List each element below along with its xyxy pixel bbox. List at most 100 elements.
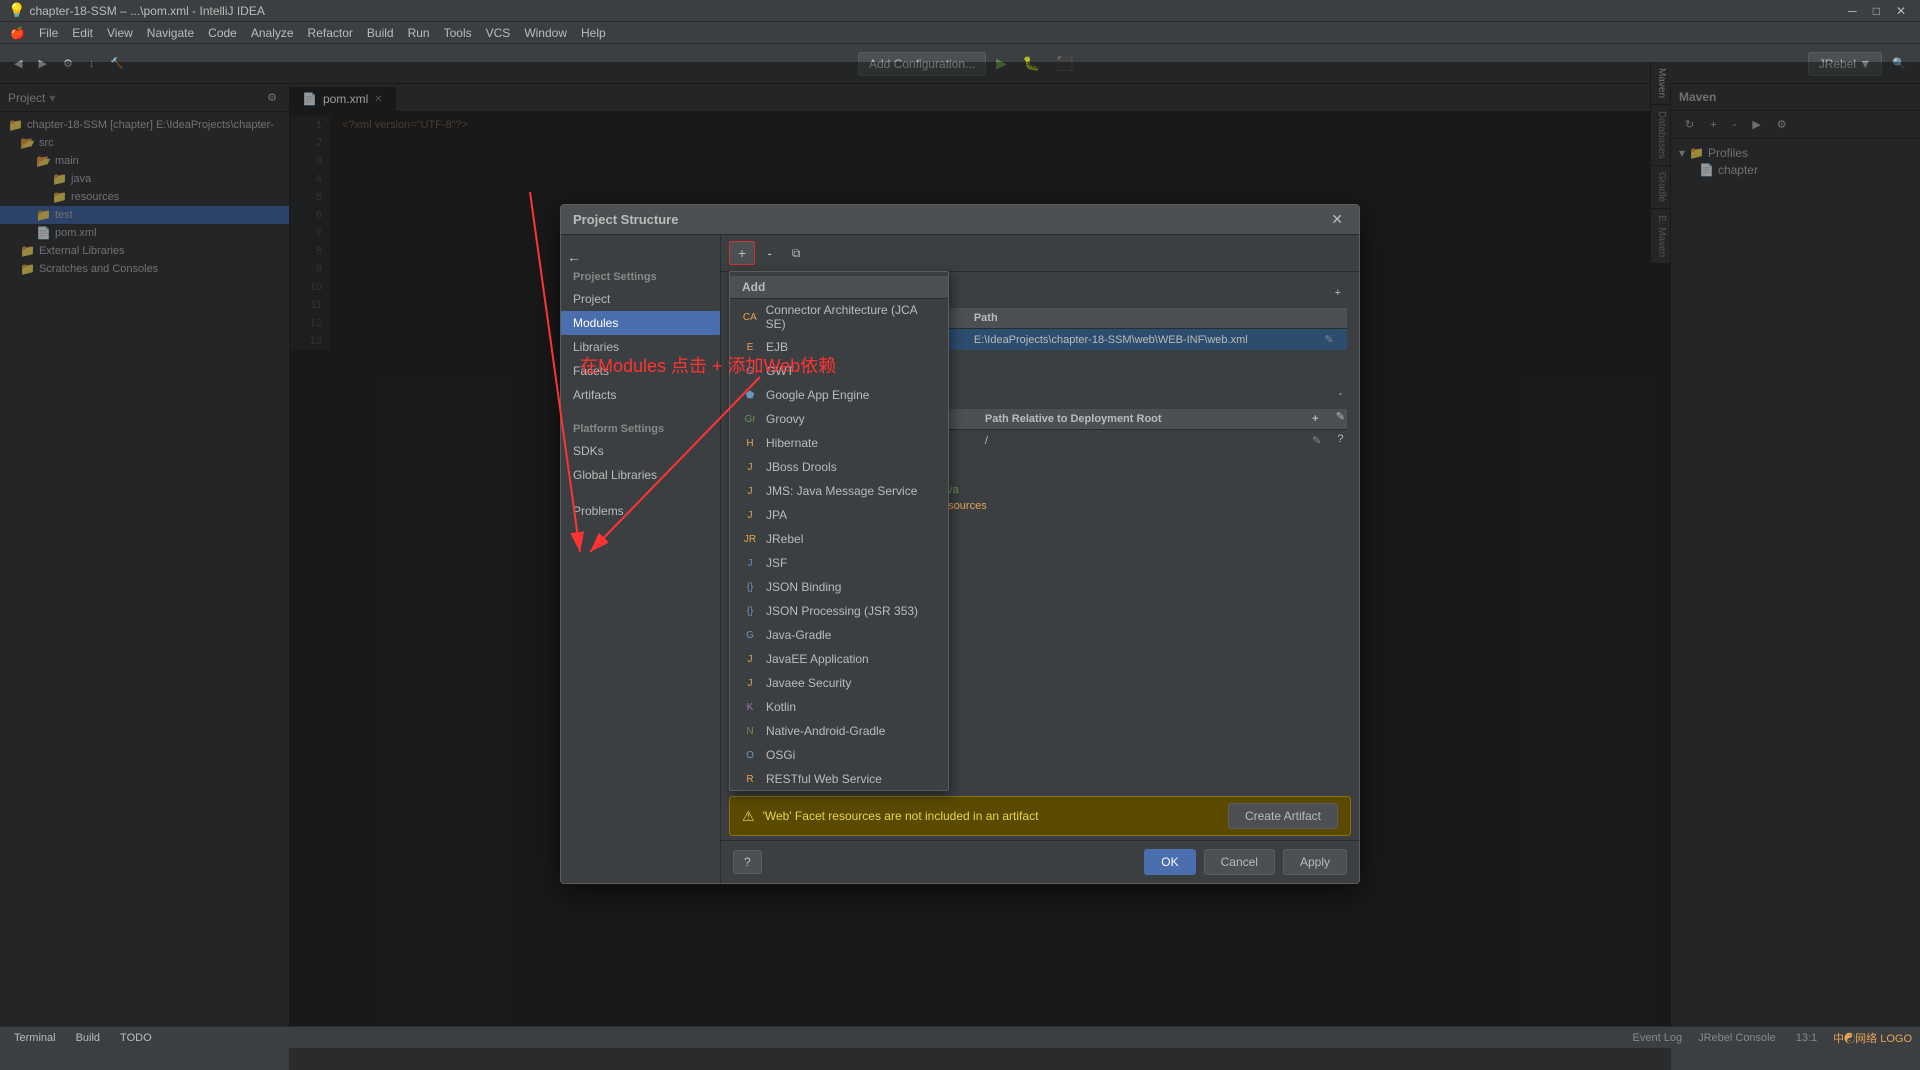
menu-window[interactable]: Window bbox=[518, 24, 573, 42]
menu-navigate[interactable]: Navigate bbox=[141, 24, 200, 42]
javaee-security-icon: J bbox=[742, 675, 758, 691]
event-log-label: Event Log bbox=[1633, 1032, 1683, 1044]
hibernate-icon: H bbox=[742, 435, 758, 451]
dropdown-item-groovy[interactable]: Gr Groovy bbox=[730, 407, 948, 431]
dialog-apply-btn[interactable]: Apply bbox=[1283, 849, 1347, 875]
terminal-btn[interactable]: Terminal bbox=[8, 1029, 62, 1047]
json-binding-icon: {} bbox=[742, 579, 758, 595]
menu-apple[interactable]: 🍎 bbox=[4, 24, 31, 42]
dialog-left-nav: ← Project Settings Project Modules Libra… bbox=[561, 235, 721, 883]
dropdown-item-json-binding[interactable]: {} JSON Binding bbox=[730, 575, 948, 599]
menu-bar: 🍎 File Edit View Navigate Code Analyze R… bbox=[0, 22, 1920, 44]
content-edit-btn[interactable]: ✎ bbox=[1330, 407, 1351, 426]
dialog-close-btn[interactable]: ✕ bbox=[1327, 211, 1347, 228]
dialog-toolbar: + - ⧉ Add CA Connector Architecture (JCA… bbox=[721, 235, 1359, 272]
menu-tools[interactable]: Tools bbox=[438, 24, 478, 42]
maximize-btn[interactable]: □ bbox=[1867, 4, 1886, 18]
osgi-icon: O bbox=[742, 747, 758, 763]
jms-icon: J bbox=[742, 483, 758, 499]
add-facet-btn[interactable]: + bbox=[729, 241, 755, 265]
jrebel-console-label: JRebel Console bbox=[1698, 1032, 1776, 1044]
platform-settings-label: Platform Settings bbox=[561, 419, 720, 439]
dropdown-item-jms[interactable]: J JMS: Java Message Service bbox=[730, 479, 948, 503]
dropdown-item-jsf[interactable]: J JSF bbox=[730, 551, 948, 575]
dialog-help-btn[interactable]: ? bbox=[733, 850, 762, 874]
nav-sdks[interactable]: SDKs bbox=[561, 439, 720, 463]
watermark: 中☯网络 LOGO bbox=[1833, 1030, 1912, 1046]
dropdown-item-jrebel[interactable]: JR JRebel bbox=[730, 527, 948, 551]
native-android-icon: N bbox=[742, 723, 758, 739]
kotlin-icon: K bbox=[742, 699, 758, 715]
path-col-header: Path bbox=[966, 308, 1317, 329]
todo-btn[interactable]: TODO bbox=[114, 1029, 158, 1047]
nav-modules[interactable]: Modules bbox=[561, 311, 720, 335]
dialog-ok-btn[interactable]: OK bbox=[1144, 849, 1195, 875]
dropdown-item-ca[interactable]: CA Connector Architecture (JCA SE) bbox=[730, 299, 948, 335]
warning-text: 'Web' Facet resources are not included i… bbox=[763, 809, 1220, 823]
nav-problems[interactable]: Problems bbox=[561, 499, 720, 523]
close-btn[interactable]: ✕ bbox=[1890, 4, 1912, 18]
add-facet-dropdown: Add CA Connector Architecture (JCA SE) E… bbox=[729, 271, 949, 791]
java-gradle-icon: G bbox=[742, 627, 758, 643]
actions-col-header bbox=[1316, 308, 1347, 329]
menu-refactor[interactable]: Refactor bbox=[302, 24, 359, 42]
menu-edit[interactable]: Edit bbox=[66, 24, 99, 42]
add-deployment-descriptor-btn[interactable]: + bbox=[1329, 284, 1347, 302]
dialog-cancel-btn[interactable]: Cancel bbox=[1204, 849, 1275, 875]
dialog-main: + - ⧉ Add CA Connector Architecture (JCA… bbox=[721, 235, 1359, 883]
menu-run[interactable]: Run bbox=[402, 24, 436, 42]
dropdown-item-java-gradle[interactable]: G Java-Gradle bbox=[730, 623, 948, 647]
descriptor-edit-btn[interactable]: ✎ bbox=[1316, 329, 1347, 351]
dialog-footer-buttons: OK Cancel Apply bbox=[1144, 849, 1347, 875]
nav-project[interactable]: Project bbox=[561, 287, 720, 311]
nav-artifacts[interactable]: Artifacts bbox=[561, 383, 720, 407]
menu-help[interactable]: Help bbox=[575, 24, 612, 42]
nav-libraries[interactable]: Libraries bbox=[561, 335, 720, 359]
menu-code[interactable]: Code bbox=[202, 24, 243, 42]
dialog-overlay: Project Structure ✕ ← Project Settings P… bbox=[0, 62, 1920, 1026]
dropdown-item-jboss-drools[interactable]: J JBoss Drools bbox=[730, 455, 948, 479]
menu-build[interactable]: Build bbox=[361, 24, 400, 42]
json-processing-icon: {} bbox=[742, 603, 758, 619]
dropdown-item-restful[interactable]: R RESTful Web Service bbox=[730, 767, 948, 791]
menu-view[interactable]: View bbox=[101, 24, 139, 42]
dropdown-item-gwt[interactable]: G GWT bbox=[730, 359, 948, 383]
create-artifact-btn[interactable]: Create Artifact bbox=[1228, 803, 1338, 829]
dropdown-item-javaee-security[interactable]: J Javaee Security bbox=[730, 671, 948, 695]
nav-back-btn[interactable]: ← bbox=[561, 247, 587, 267]
dropdown-item-google-app-engine[interactable]: ⬟ Google App Engine bbox=[730, 383, 948, 407]
menu-file[interactable]: File bbox=[33, 24, 64, 42]
project-structure-dialog: Project Structure ✕ ← Project Settings P… bbox=[560, 204, 1360, 884]
dropdown-item-native-android[interactable]: N Native-Android-Gradle bbox=[730, 719, 948, 743]
remove-facet-btn[interactable]: - bbox=[759, 242, 780, 264]
status-bar: Terminal Build TODO Event Log JRebel Con… bbox=[0, 1026, 1920, 1048]
content-help-btn[interactable]: ? bbox=[1330, 430, 1351, 448]
dropdown-item-hibernate[interactable]: H Hibernate bbox=[730, 431, 948, 455]
groovy-icon: Gr bbox=[742, 411, 758, 427]
dropdown-item-kotlin[interactable]: K Kotlin bbox=[730, 695, 948, 719]
dropdown-item-osgi[interactable]: O OSGi bbox=[730, 743, 948, 767]
build-btn[interactable]: Build bbox=[70, 1029, 106, 1047]
dropdown-item-json-processing[interactable]: {} JSON Processing (JSR 353) bbox=[730, 599, 948, 623]
menu-vcs[interactable]: VCS bbox=[480, 24, 517, 42]
dropdown-item-javaee-app[interactable]: J JavaEE Application bbox=[730, 647, 948, 671]
minimize-btn[interactable]: ─ bbox=[1842, 4, 1863, 18]
nav-facets[interactable]: Facets bbox=[561, 359, 720, 383]
menu-analyze[interactable]: Analyze bbox=[245, 24, 300, 42]
ca-icon: CA bbox=[742, 309, 758, 325]
copy-facet-btn[interactable]: ⧉ bbox=[784, 243, 809, 264]
jpa-icon: J bbox=[742, 507, 758, 523]
path-relative-col-header: Path Relative to Deployment Root bbox=[977, 409, 1304, 430]
restful-icon: R bbox=[742, 771, 758, 787]
content-remove-btn[interactable]: - bbox=[1330, 385, 1351, 403]
gwt-icon: G bbox=[742, 363, 758, 379]
dropdown-item-ejb[interactable]: E EJB bbox=[730, 335, 948, 359]
descriptor-path: E:\IdeaProjects\chapter-18-SSM\web\WEB-I… bbox=[966, 329, 1317, 351]
dialog-footer: ? OK Cancel Apply bbox=[721, 840, 1359, 883]
nav-global-libs[interactable]: Global Libraries bbox=[561, 463, 720, 487]
dropdown-item-jpa[interactable]: J JPA bbox=[730, 503, 948, 527]
app-title: chapter-18-SSM – ...\pom.xml - IntelliJ … bbox=[29, 4, 264, 18]
javaee-icon: J bbox=[742, 651, 758, 667]
relative-path: / bbox=[977, 430, 1304, 452]
gae-icon: ⬟ bbox=[742, 387, 758, 403]
